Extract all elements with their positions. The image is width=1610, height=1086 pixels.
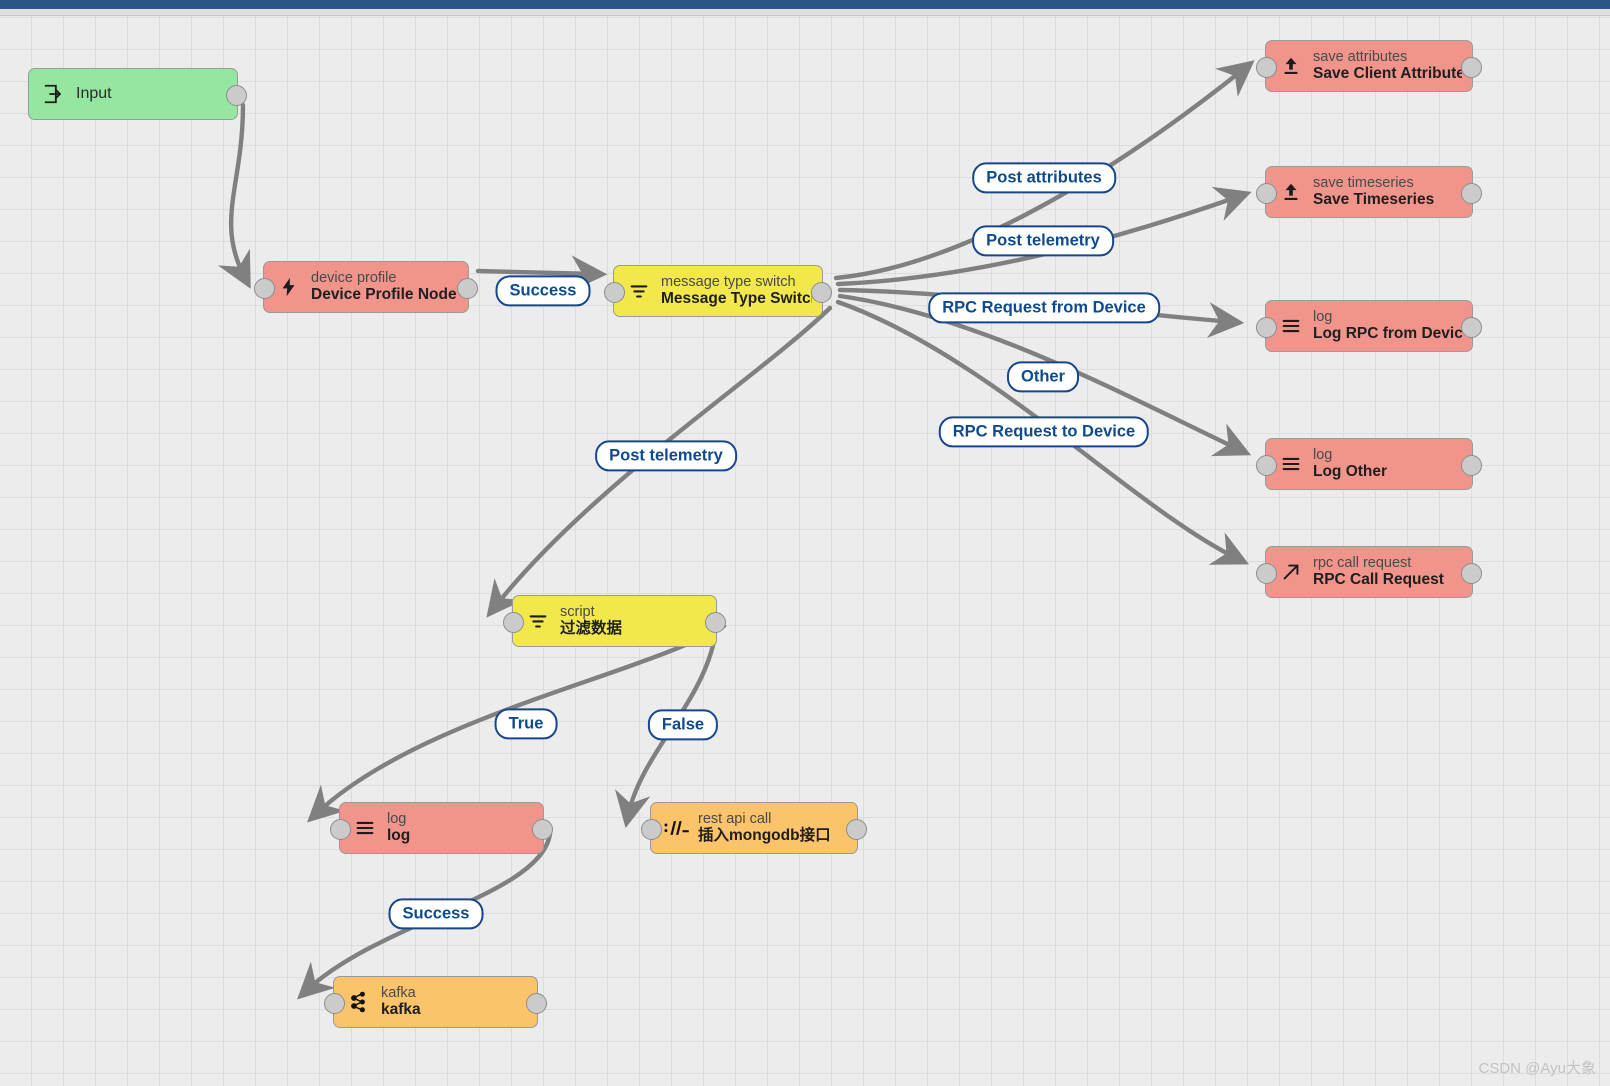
log-icon [1278, 313, 1304, 339]
node-save-timeseries-output-socket[interactable] [1461, 182, 1482, 204]
node-save-timeseries-text: save timeseries Save Timeseries [1313, 175, 1434, 210]
node-kafka-type: kafka [381, 984, 416, 1001]
node-log-log-text: log log [387, 811, 410, 846]
node-rest-api-call-text: rest api call 插入mongodb接口 [698, 811, 831, 846]
node-save-timeseries-input-socket[interactable] [1256, 182, 1277, 204]
node-script-filter-data-input-socket[interactable] [503, 611, 524, 633]
node-rest-api-call-type: rest api call [698, 810, 772, 827]
node-message-type-switch-output-socket[interactable] [811, 281, 832, 303]
node-log-log-name: log [387, 827, 411, 845]
node-save-timeseries-type: save timeseries [1313, 174, 1414, 191]
node-kafka-input-socket[interactable] [324, 992, 345, 1014]
node-script-filter-data-type: script [560, 603, 595, 620]
node-device-profile[interactable]: device profile Device Profile Node [254, 261, 478, 313]
node-log-other[interactable]: log Log Other [1256, 438, 1482, 490]
node-device-profile-output-socket[interactable] [457, 277, 478, 299]
call-made-icon [1278, 559, 1304, 585]
node-log-log-input-socket[interactable] [330, 818, 351, 840]
edge-label-script-false-to-rest[interactable]: False [647, 709, 719, 741]
rulechain-canvas[interactable]: Input device profile Device Profile Node me… [0, 16, 1610, 1086]
node-kafka-output-socket[interactable] [526, 992, 547, 1014]
node-log-rpc-from-device-text: log Log RPC from Device [1313, 309, 1462, 344]
upload-icon [1278, 53, 1304, 79]
node-rpc-call-request-name: RPC Call Request [1313, 571, 1444, 589]
node-log-other-type: log [1313, 446, 1333, 463]
kafka-icon [346, 989, 372, 1015]
edge-label-switch-rpc-request-to-device[interactable]: RPC Request to Device [938, 416, 1150, 448]
node-input[interactable]: Input [28, 68, 247, 120]
node-rpc-call-request-type: rpc call request [1313, 554, 1412, 571]
node-rpc-call-request-output-socket[interactable] [1461, 562, 1482, 584]
edge-label-switch-post-telemetry-right[interactable]: Post telemetry [972, 225, 1114, 257]
node-log-rpc-from-device-output-socket[interactable] [1461, 316, 1482, 338]
node-device-profile-text: device profile Device Profile Node [311, 270, 457, 305]
node-log-other-output-socket[interactable] [1461, 454, 1482, 476]
node-log-log-type: log [387, 810, 407, 827]
edge-input-to-device-profile[interactable] [217, 102, 251, 289]
upload-icon [1278, 179, 1304, 205]
edge-label-switch-post-attributes[interactable]: Post attributes [972, 162, 1116, 194]
node-input-output-socket[interactable] [226, 84, 247, 106]
log-icon [352, 815, 378, 841]
node-rpc-call-request[interactable]: rpc call request RPC Call Request [1256, 546, 1482, 598]
node-rest-api-call-name: 插入mongodb接口 [698, 827, 831, 845]
filter-icon [626, 278, 652, 304]
node-save-client-attributes[interactable]: save attributes Save Client Attributes [1256, 40, 1482, 92]
edge-label-device-profile-to-switch[interactable]: Success [495, 275, 591, 307]
edge-label-switch-rpc-request-from-device[interactable]: RPC Request from Device [928, 292, 1160, 324]
flash-icon [276, 274, 302, 300]
edge-label-log-success-to-kafka[interactable]: Success [388, 898, 484, 930]
node-script-filter-data[interactable]: script 过滤数据 [503, 595, 726, 647]
node-message-type-switch-name: Message Type Switch [661, 290, 812, 308]
node-log-other-input-socket[interactable] [1256, 454, 1277, 476]
node-device-profile-input-socket[interactable] [254, 277, 275, 299]
rest-api-icon [663, 815, 689, 841]
edge-label-script-true-to-log[interactable]: True [494, 708, 558, 740]
node-kafka-name: kafka [381, 1001, 421, 1019]
edge-device-profile-to-switch[interactable] [475, 255, 608, 292]
node-save-timeseries[interactable]: save timeseries Save Timeseries [1256, 166, 1482, 218]
node-message-type-switch-type: message type switch [661, 273, 796, 290]
node-save-client-attributes-output-socket[interactable] [1461, 56, 1482, 78]
node-script-filter-data-output-socket[interactable] [705, 611, 726, 633]
app-toolbar-strip [0, 9, 1610, 16]
node-script-filter-data-text: script 过滤数据 [560, 604, 622, 639]
node-save-client-attributes-type: save attributes [1313, 48, 1408, 65]
edge-label-switch-other[interactable]: Other [1006, 361, 1080, 393]
node-log-log[interactable]: log log [330, 802, 553, 854]
node-save-client-attributes-text: save attributes Save Client Attributes [1313, 49, 1462, 84]
node-log-rpc-from-device-input-socket[interactable] [1256, 316, 1277, 338]
node-rpc-call-request-input-socket[interactable] [1256, 562, 1277, 584]
node-rest-api-call[interactable]: rest api call 插入mongodb接口 [641, 802, 867, 854]
node-device-profile-name: Device Profile Node [311, 286, 457, 304]
node-rpc-call-request-text: rpc call request RPC Call Request [1313, 555, 1444, 590]
input-icon [41, 81, 67, 107]
node-input-text: Input [76, 85, 112, 104]
node-rest-api-call-output-socket[interactable] [846, 818, 867, 840]
node-log-rpc-from-device-type: log [1313, 308, 1333, 325]
node-message-type-switch[interactable]: message type switch Message Type Switch [604, 265, 832, 317]
log-icon [1278, 451, 1304, 477]
node-kafka[interactable]: kafka kafka [324, 976, 547, 1028]
node-script-filter-data-name: 过滤数据 [560, 620, 623, 638]
node-message-type-switch-input-socket[interactable] [604, 281, 625, 303]
watermark: CSDN @Ayu大象 [1478, 1060, 1596, 1077]
node-save-client-attributes-name: Save Client Attributes [1313, 65, 1462, 83]
node-save-client-attributes-input-socket[interactable] [1256, 56, 1277, 78]
app-topbar [0, 0, 1610, 9]
node-log-other-name: Log Other [1313, 463, 1388, 481]
node-input-label: Input [76, 84, 112, 102]
node-log-rpc-from-device-name: Log RPC from Device [1313, 325, 1462, 343]
node-log-rpc-from-device[interactable]: log Log RPC from Device [1256, 300, 1482, 352]
node-log-other-text: log Log Other [1313, 447, 1387, 482]
edge-label-switch-post-telemetry-down[interactable]: Post telemetry [595, 440, 737, 472]
node-device-profile-type: device profile [311, 269, 397, 286]
filter-icon [525, 608, 551, 634]
node-log-log-output-socket[interactable] [532, 818, 553, 840]
node-kafka-text: kafka kafka [381, 985, 421, 1020]
node-rest-api-call-input-socket[interactable] [641, 818, 662, 840]
node-message-type-switch-text: message type switch Message Type Switch [661, 274, 812, 309]
node-save-timeseries-name: Save Timeseries [1313, 191, 1435, 209]
